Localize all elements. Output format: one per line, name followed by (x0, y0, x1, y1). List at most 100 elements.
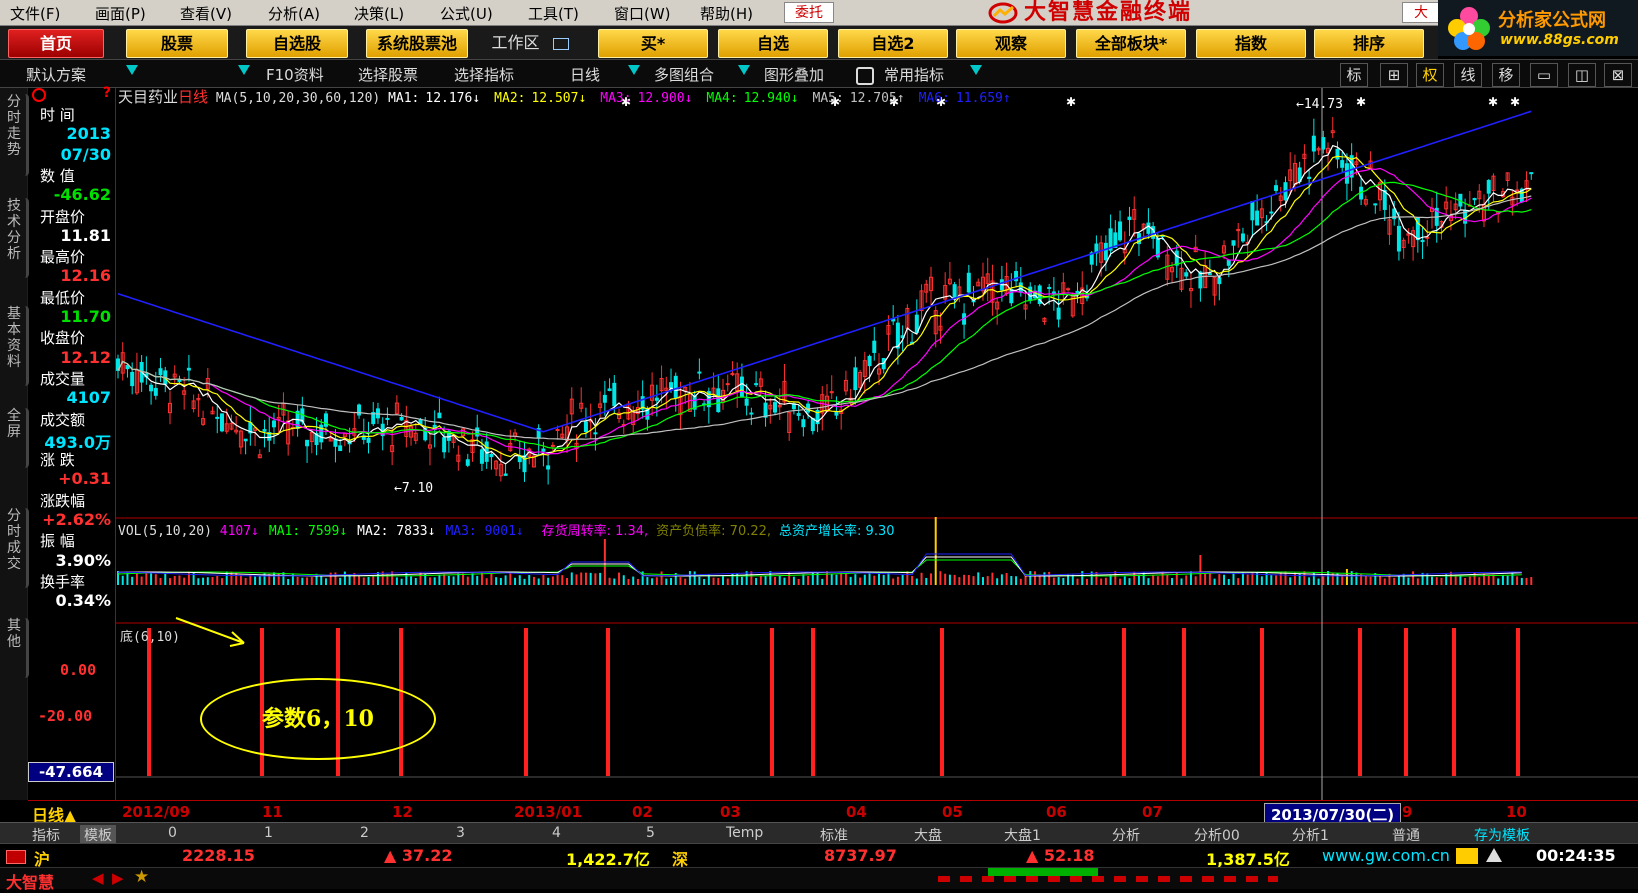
template-tab[interactable]: 3 (456, 825, 465, 841)
help-icon[interactable]: ? (103, 85, 111, 101)
website-link[interactable]: www.gw.com.cn (1322, 846, 1450, 865)
date-tick: 06 (1046, 803, 1067, 821)
nav-watch[interactable]: 观察 (956, 29, 1066, 58)
vol-value-1: MA1: 7599↓ (268, 524, 348, 539)
scheme-dropdown-icon[interactable] (126, 65, 138, 75)
split-icon[interactable]: ◫ (1568, 63, 1596, 87)
nav-index[interactable]: 指数 (1196, 29, 1306, 58)
fin-value-1: 资产负债率: 70.22, (656, 524, 772, 539)
menu-analysis[interactable]: 分析(A) (268, 3, 320, 24)
common-indicator-button[interactable]: 常用指标 (884, 64, 944, 85)
template-tab[interactable]: 分析 (1112, 825, 1140, 845)
period-dropdown-icon[interactable] (628, 65, 640, 75)
select-stock-button[interactable]: 选择股票 (358, 64, 418, 85)
menu-view[interactable]: 查看(V) (180, 3, 232, 24)
close-icon[interactable]: ⊠ (1604, 63, 1632, 87)
multi-dropdown-icon[interactable] (738, 65, 750, 75)
vtab-technical[interactable]: 技术分析 (2, 198, 29, 278)
candle-body (1066, 288, 1071, 291)
move-icon[interactable]: 移 (1492, 63, 1520, 87)
overlay-button[interactable]: 图形叠加 (764, 64, 824, 85)
prev-arrow-icon[interactable]: ◀ (92, 869, 104, 887)
vtab-trades[interactable]: 分时成交 (2, 508, 29, 588)
template-tab[interactable]: Temp (726, 825, 763, 841)
nav-sectors[interactable]: 全部板块* (1076, 29, 1186, 58)
template-tab[interactable]: 1 (264, 825, 273, 841)
candle-body (1255, 210, 1260, 226)
nav-self[interactable]: 自选 (718, 29, 828, 58)
f10-dropdown-icon[interactable] (238, 65, 250, 75)
menu-tools[interactable]: 工具(T) (528, 3, 579, 24)
template-tab[interactable]: 指标 (32, 825, 60, 845)
ma-value-5: MA5: 12.705↑ (813, 91, 905, 106)
menu-formula[interactable]: 公式(U) (440, 3, 493, 24)
template-tab[interactable]: 模板 (80, 825, 116, 845)
lock-icon[interactable] (856, 67, 874, 85)
star-icon[interactable]: ★ (134, 867, 149, 887)
corner-button[interactable]: 大 (1402, 2, 1440, 23)
menu-decision[interactable]: 决策(L) (354, 3, 404, 24)
candle-body (1174, 250, 1179, 266)
template-tab[interactable]: 大盘 (914, 825, 942, 845)
period-select[interactable]: 日线 (570, 64, 600, 85)
fin-value-0: 存货周转率: 1.34, (541, 524, 649, 539)
template-tab[interactable]: 5 (646, 825, 655, 841)
nav-watchlist[interactable]: 自选股 (246, 29, 348, 58)
next-arrow-icon[interactable]: ▶ (112, 869, 124, 887)
vtab-fullscreen[interactable]: 全屏 (2, 408, 29, 468)
scheme-select[interactable]: 默认方案 (26, 64, 86, 85)
candle-body (810, 417, 815, 432)
candle-body (1047, 286, 1052, 289)
nav-sort[interactable]: 排序 (1314, 29, 1424, 58)
candle-body (1515, 189, 1520, 192)
vtab-fundamental[interactable]: 基本资料 (2, 306, 29, 386)
info-label: 涨跌幅 (40, 491, 86, 510)
f10-button[interactable]: F10资料 (266, 64, 324, 85)
template-tab[interactable]: 普通 (1392, 825, 1420, 845)
info-toggle-icon[interactable] (32, 88, 46, 102)
common-dropdown-icon[interactable] (970, 65, 982, 75)
line-icon[interactable]: 线 (1454, 63, 1482, 87)
candle-body (796, 413, 801, 416)
multi-chart-button[interactable]: 多图组合 (654, 64, 714, 85)
vtab-intraday[interactable]: 分时走势 (2, 94, 29, 176)
nav-stocks[interactable]: 股票 (126, 29, 228, 58)
candle-body (1118, 221, 1123, 241)
template-tab[interactable]: 0 (168, 825, 177, 841)
window-icon[interactable]: ▭ (1530, 63, 1558, 87)
candle-body (366, 437, 371, 443)
ma-number: 11.659↑ (955, 91, 1011, 106)
template-tab[interactable]: 存为模板 (1474, 825, 1530, 845)
template-tab[interactable]: 2 (360, 825, 369, 841)
date-tick: 9 (1402, 803, 1413, 821)
nav-self2[interactable]: 自选2 (838, 29, 948, 58)
menu-view-screen[interactable]: 画面(P) (95, 3, 146, 24)
candle-body (149, 384, 154, 392)
date-tick: 12 (392, 803, 413, 821)
nav-screener[interactable]: 系统股票池 (366, 29, 468, 58)
crosshair-icon[interactable]: ⊞ (1380, 63, 1408, 87)
rights-icon[interactable]: 权 (1416, 63, 1444, 87)
menu-help[interactable]: 帮助(H) (700, 3, 753, 24)
template-tab[interactable]: 4 (552, 825, 561, 841)
vtab-other[interactable]: 其他 (2, 618, 29, 678)
nav-buy[interactable]: 买* (598, 29, 708, 58)
template-tab[interactable]: 大盘1 (1004, 825, 1041, 845)
template-tab[interactable]: 标准 (820, 825, 848, 845)
entrust-button[interactable]: 委托 (784, 2, 834, 23)
nav-workspace[interactable]: 工作区 (480, 29, 580, 56)
menu-window[interactable]: 窗口(W) (614, 3, 671, 24)
select-indicator-button[interactable]: 选择指标 (454, 64, 514, 85)
brand-title: 大智慧金融终端 (1024, 0, 1193, 25)
menu-file[interactable]: 文件(F) (10, 3, 60, 24)
template-tab[interactable]: 分析00 (1194, 825, 1240, 845)
ma-number: 12.940↓ (743, 91, 799, 106)
ma-label: MA2: (494, 91, 526, 106)
annotation-arrow (175, 617, 245, 644)
ma-value-6: MA6: 11.659↑ (919, 91, 1011, 106)
template-tab[interactable]: 分析1 (1292, 825, 1329, 845)
candle-body (550, 444, 555, 447)
nav-home[interactable]: 首页 (8, 29, 104, 58)
mark-icon[interactable]: 标 (1340, 63, 1368, 87)
date-tick: 07 (1142, 803, 1163, 821)
